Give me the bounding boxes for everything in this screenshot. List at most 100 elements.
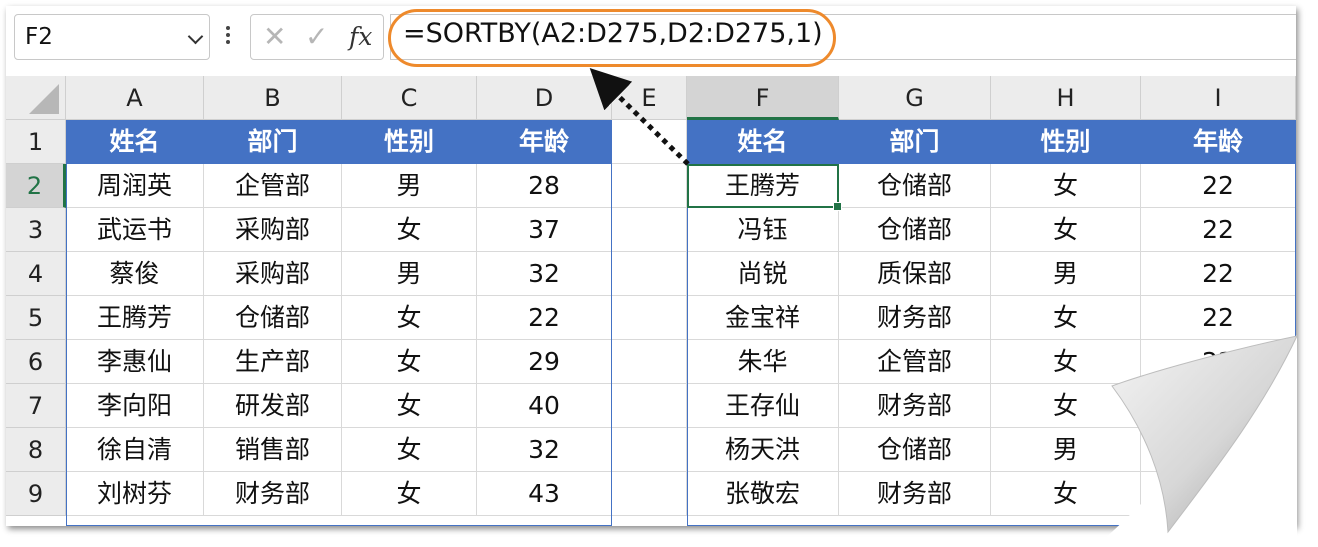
column-header-c[interactable]: C [342,76,477,120]
empty-cell[interactable] [612,340,687,384]
empty-cell[interactable] [612,120,687,164]
table-cell[interactable]: 朱华 [687,340,839,384]
table-cell[interactable]: 财务部 [839,472,991,516]
empty-cell[interactable] [612,472,687,516]
table-cell[interactable]: 女 [991,384,1141,428]
table-cell[interactable]: 王腾芳 [66,296,204,340]
cancel-icon[interactable]: ✕ [263,20,286,53]
table-cell[interactable]: 企管部 [204,164,342,208]
table-cell[interactable]: 财务部 [839,384,991,428]
empty-cell[interactable] [612,296,687,340]
table-cell[interactable]: 尚锐 [687,252,839,296]
table-cell[interactable]: 女 [342,384,477,428]
column-header-a[interactable]: A [66,76,204,120]
table-cell[interactable]: 32 [477,252,612,296]
table-cell[interactable]: 采购部 [204,252,342,296]
table-cell[interactable]: 生产部 [204,340,342,384]
table-header-cell[interactable]: 部门 [839,120,991,164]
table-header-cell[interactable]: 性别 [991,120,1141,164]
table-cell[interactable]: 男 [342,164,477,208]
table-header-cell[interactable]: 姓名 [687,120,839,164]
column-header-g[interactable]: G [839,76,991,120]
table-cell[interactable]: 女 [991,208,1141,252]
table-cell[interactable]: 22 [477,296,612,340]
table-cell[interactable]: 女 [991,340,1141,384]
row-header-8[interactable]: 8 [6,428,66,472]
table-cell[interactable]: 男 [991,252,1141,296]
table-cell[interactable] [1141,384,1296,428]
empty-cell[interactable] [612,384,687,428]
table-cell[interactable]: 男 [991,428,1141,472]
table-cell[interactable]: 22 [1141,340,1296,384]
table-cell[interactable]: 王存仙 [687,384,839,428]
empty-cell[interactable] [612,252,687,296]
table-cell[interactable]: 22 [1141,208,1296,252]
column-header-f[interactable]: F [687,76,839,120]
table-cell[interactable]: 32 [477,428,612,472]
table-cell[interactable]: 蔡俊 [66,252,204,296]
table-cell[interactable]: 王腾芳 [687,164,839,208]
table-cell[interactable]: 采购部 [204,208,342,252]
table-cell[interactable]: 仓储部 [204,296,342,340]
table-header-cell[interactable]: 年龄 [1141,120,1296,164]
table-cell[interactable]: 研发部 [204,384,342,428]
table-cell[interactable]: 金宝祥 [687,296,839,340]
table-cell[interactable]: 杨天洪 [687,428,839,472]
row-header-6[interactable]: 6 [6,340,66,384]
table-cell[interactable] [1141,428,1296,472]
table-header-cell[interactable]: 年龄 [477,120,612,164]
row-header-5[interactable]: 5 [6,296,66,340]
table-cell[interactable]: 男 [342,252,477,296]
table-cell[interactable]: 女 [991,296,1141,340]
table-cell[interactable]: 43 [477,472,612,516]
row-header-9[interactable]: 9 [6,472,66,516]
row-header-4[interactable]: 4 [6,252,66,296]
table-header-cell[interactable]: 部门 [204,120,342,164]
table-cell[interactable]: 仓储部 [839,208,991,252]
table-cell[interactable]: 29 [477,340,612,384]
table-cell[interactable]: 销售部 [204,428,342,472]
table-cell[interactable] [1141,472,1296,516]
select-all-button[interactable] [6,76,66,120]
name-box[interactable]: F2 [14,14,210,60]
table-cell[interactable]: 女 [342,340,477,384]
empty-cell[interactable] [612,164,687,208]
table-cell[interactable]: 女 [342,428,477,472]
column-header-b[interactable]: B [204,76,342,120]
table-cell[interactable]: 女 [342,208,477,252]
table-header-cell[interactable]: 姓名 [66,120,204,164]
table-cell[interactable]: 质保部 [839,252,991,296]
empty-cell[interactable] [612,208,687,252]
table-cell[interactable]: 企管部 [839,340,991,384]
table-cell[interactable]: 李向阳 [66,384,204,428]
table-cell[interactable]: 周润英 [66,164,204,208]
table-cell[interactable]: 刘树芬 [66,472,204,516]
empty-cell[interactable] [612,428,687,472]
table-cell[interactable]: 女 [342,296,477,340]
insert-function-icon[interactable]: fx [349,22,372,51]
table-cell[interactable]: 40 [477,384,612,428]
table-cell[interactable]: 徐自清 [66,428,204,472]
row-header-2[interactable]: 2 [6,164,66,208]
table-cell[interactable]: 财务部 [839,296,991,340]
enter-icon[interactable]: ✓ [305,20,328,53]
column-header-h[interactable]: H [991,76,1141,120]
table-cell[interactable]: 武运书 [66,208,204,252]
row-header-1[interactable]: 1 [6,120,66,164]
table-cell[interactable]: 仓储部 [839,428,991,472]
table-cell[interactable]: 22 [1141,164,1296,208]
table-cell[interactable]: 财务部 [204,472,342,516]
column-header-d[interactable]: D [477,76,612,120]
table-cell[interactable]: 22 [1141,296,1296,340]
more-vertical-icon[interactable] [225,24,231,50]
table-cell[interactable]: 女 [342,472,477,516]
row-header-7[interactable]: 7 [6,384,66,428]
chevron-down-icon[interactable] [187,28,204,45]
table-cell[interactable]: 28 [477,164,612,208]
column-header-i[interactable]: I [1141,76,1296,120]
table-cell[interactable]: 女 [991,472,1141,516]
table-cell[interactable]: 37 [477,208,612,252]
table-cell[interactable]: 22 [1141,252,1296,296]
table-cell[interactable]: 仓储部 [839,164,991,208]
column-header-e[interactable]: E [612,76,687,120]
